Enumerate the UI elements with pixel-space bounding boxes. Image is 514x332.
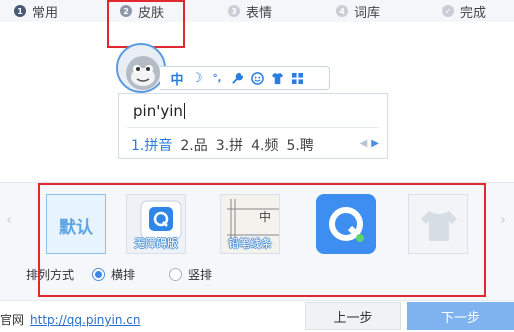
step-label: 表情 <box>246 5 273 21</box>
grid-icon[interactable] <box>290 71 304 85</box>
prev-button[interactable]: 上一步 <box>305 302 401 330</box>
radio-vertical-label[interactable]: 竖排 <box>188 266 212 283</box>
step-label: 皮肤 <box>138 5 165 21</box>
candidate-item[interactable]: 1.拼音 <box>131 135 172 155</box>
ime-toolbar: 中 ☽ °, <box>160 66 330 90</box>
step-common[interactable]: 1 常用 <box>14 3 59 21</box>
radio-vertical[interactable] <box>169 268 183 281</box>
arrange-row: 排列方式 横排 竖排 <box>26 266 212 283</box>
skin-shirt[interactable] <box>408 194 468 254</box>
site-link[interactable]: http://qq.pinyin.cn <box>30 313 140 327</box>
scroll-left-icon[interactable]: ‹ <box>2 210 16 230</box>
step-number: 3 <box>228 5 240 17</box>
wrench-icon[interactable] <box>230 71 244 85</box>
step-label: 完成 <box>460 5 487 21</box>
prev-page-icon[interactable]: ◀ <box>360 138 368 149</box>
step-label: 常用 <box>32 5 59 21</box>
step-label: 词库 <box>354 5 381 21</box>
step-skin[interactable]: 2 皮肤 <box>120 3 165 21</box>
candidate-item[interactable]: 2.品 <box>180 135 207 155</box>
skin-default-text: 默认 <box>59 218 93 238</box>
candidate-item[interactable]: 4.频 <box>251 135 278 155</box>
candidate-list: 1.拼音 2.品 3.拼 4.频 5.聘 <box>131 135 314 155</box>
skin-accessible[interactable]: 无障碍版 <box>126 194 186 254</box>
step-number: 2 <box>120 5 132 17</box>
punctuation-icon[interactable]: °, <box>210 71 224 85</box>
next-button[interactable]: 下一步 <box>407 302 514 330</box>
site-prefix: 官网 <box>0 313 25 327</box>
official-site: 官网 http://qq.pinyin.cn <box>0 311 140 328</box>
divider <box>127 127 379 128</box>
skin-label: 铅笔线条 <box>228 237 272 250</box>
candidate-item[interactable]: 3.拼 <box>216 135 243 155</box>
ime-avatar <box>116 43 166 93</box>
skin-label: 无障碍版 <box>134 237 178 250</box>
step-dictionary[interactable]: 4 词库 <box>336 3 381 21</box>
radio-horizontal[interactable] <box>92 268 106 281</box>
arrange-label: 排列方式 <box>26 268 75 282</box>
check-icon: ✓ <box>442 5 454 17</box>
candidate-nav: ◀ ▶ <box>360 138 379 149</box>
step-emoji[interactable]: 3 表情 <box>228 3 273 21</box>
step-number: 4 <box>336 5 348 17</box>
smiley-icon[interactable] <box>250 71 264 85</box>
step-bar: 1 常用 2 皮肤 3 表情 4 词库 ✓ 完成 <box>0 0 514 22</box>
skin-pencil[interactable]: 中 铅笔线条 <box>220 194 280 254</box>
chinese-mode-icon[interactable]: 中 <box>170 71 184 88</box>
step-number: 1 <box>14 5 26 17</box>
skin-q[interactable] <box>316 194 376 254</box>
radio-horizontal-label[interactable]: 横排 <box>111 266 135 283</box>
skin-default[interactable]: 默认 <box>46 194 106 254</box>
step-finish[interactable]: ✓ 完成 <box>442 3 487 21</box>
svg-text:中: 中 <box>259 209 271 224</box>
next-page-icon[interactable]: ▶ <box>371 138 379 149</box>
composition-window: pin'yin 1.拼音 2.品 3.拼 4.频 5.聘 ◀ ▶ <box>118 93 388 159</box>
candidate-item[interactable]: 5.聘 <box>286 135 313 155</box>
scroll-right-icon[interactable]: › <box>496 210 510 230</box>
pinyin-text: pin'yin <box>133 102 185 120</box>
moon-icon[interactable]: ☽ <box>190 71 204 86</box>
shirt-icon[interactable] <box>270 71 284 85</box>
